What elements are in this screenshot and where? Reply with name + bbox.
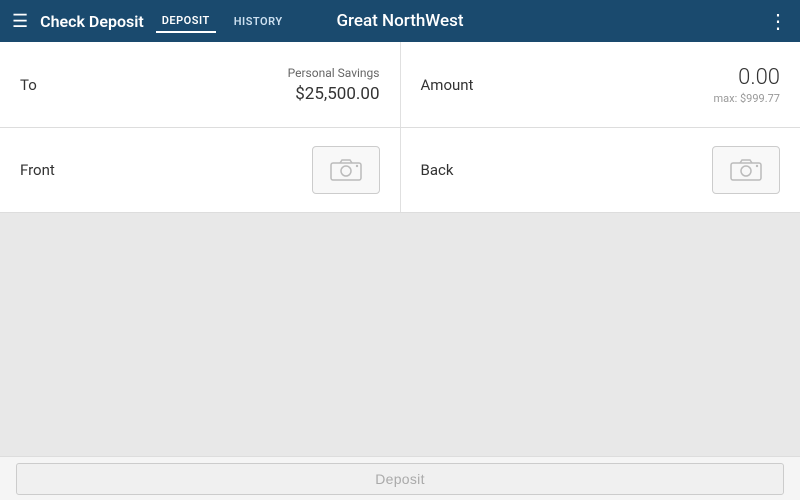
amount-label: Amount [421, 76, 474, 94]
menu-icon[interactable]: ☰ [12, 11, 28, 32]
form-section-top: To Personal Savings $25,500.00 Amount 0.… [0, 42, 800, 128]
amount-value-container: 0.00 max: $999.77 [714, 65, 780, 105]
more-options-icon[interactable]: ⋮ [768, 9, 788, 33]
back-cell[interactable]: Back [401, 128, 800, 212]
photo-row: Front Back [0, 128, 800, 213]
amount-max: max: $999.77 [714, 92, 780, 105]
navbar: ☰ Check Deposit DEPOSIT HISTORY Great No… [0, 0, 800, 42]
to-value: Personal Savings $25,500.00 [288, 66, 380, 104]
account-balance: $25,500.00 [288, 84, 380, 104]
amount-value: 0.00 [714, 65, 780, 90]
tab-deposit[interactable]: DEPOSIT [156, 10, 216, 33]
front-cell[interactable]: Front [0, 128, 401, 212]
grey-area [0, 213, 800, 456]
account-name: Personal Savings [288, 66, 380, 80]
to-label: To [20, 76, 37, 94]
to-cell[interactable]: To Personal Savings $25,500.00 [0, 42, 401, 127]
amount-cell[interactable]: Amount 0.00 max: $999.77 [401, 42, 800, 127]
back-camera-button[interactable] [712, 146, 780, 194]
form-row-1: To Personal Savings $25,500.00 Amount 0.… [0, 42, 800, 127]
tab-history[interactable]: HISTORY [228, 11, 289, 32]
bottom-bar: Deposit [0, 456, 800, 500]
navbar-left: ☰ Check Deposit DEPOSIT HISTORY [12, 10, 289, 33]
front-camera-icon [330, 158, 362, 182]
content-area: To Personal Savings $25,500.00 Amount 0.… [0, 42, 800, 500]
front-camera-button[interactable] [312, 146, 380, 194]
deposit-button[interactable]: Deposit [16, 463, 784, 495]
front-label: Front [20, 161, 55, 179]
back-label: Back [421, 161, 454, 179]
back-camera-icon [730, 158, 762, 182]
app-title: Check Deposit [40, 12, 144, 31]
bank-name: Great NorthWest [336, 11, 463, 31]
